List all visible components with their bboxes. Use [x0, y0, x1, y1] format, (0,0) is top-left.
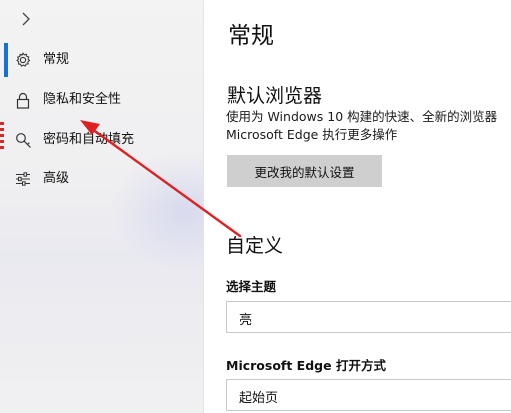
sidebar-item-advanced[interactable]: 高级 — [0, 160, 203, 198]
sidebar: 常规 隐私和安全性 密码和自动填充 高级 — [0, 0, 260, 413]
sidebar-item-privacy[interactable]: 隐私和安全性 — [0, 81, 203, 119]
open-with-label: Microsoft Edge 打开方式 — [226, 358, 386, 373]
theme-select[interactable]: 亮 — [226, 301, 511, 333]
gear-icon — [13, 51, 33, 69]
open-with-select[interactable]: 起始页 — [226, 379, 511, 411]
key-icon — [13, 131, 33, 149]
selection-indicator — [4, 43, 8, 77]
sliders-icon — [13, 170, 33, 188]
default-browser-heading: 默认浏览器 — [227, 85, 323, 107]
sidebar-item-label: 高级 — [43, 171, 70, 186]
sidebar-item-label: 隐私和安全性 — [43, 92, 122, 107]
sidebar-item-general[interactable]: 常规 — [0, 41, 203, 79]
default-browser-description: 使用为 Windows 10 构建的快速、全新的浏览器 Microsoft Ed… — [226, 108, 511, 144]
settings-content: 常规 默认浏览器 使用为 Windows 10 构建的快速、全新的浏览器 Mic… — [204, 0, 511, 413]
sidebar-item-passwords[interactable]: 密码和自动填充 — [0, 121, 203, 159]
change-default-button[interactable]: 更改我的默认设置 — [227, 155, 382, 187]
page-title: 常规 — [228, 23, 274, 49]
customize-heading: 自定义 — [226, 235, 284, 257]
sidebar-item-label: 常规 — [43, 52, 70, 67]
lock-icon — [13, 91, 33, 109]
theme-label: 选择主题 — [226, 279, 277, 294]
theme-select-value: 亮 — [239, 313, 253, 328]
description-line: Microsoft Edge 执行更多操作 — [226, 127, 398, 142]
chevron-right-icon[interactable] — [16, 8, 36, 30]
description-line: 使用为 Windows 10 构建的快速、全新的浏览器 — [226, 109, 498, 124]
open-with-select-value: 起始页 — [239, 391, 279, 406]
sidebar-item-label: 密码和自动填充 — [43, 132, 135, 147]
